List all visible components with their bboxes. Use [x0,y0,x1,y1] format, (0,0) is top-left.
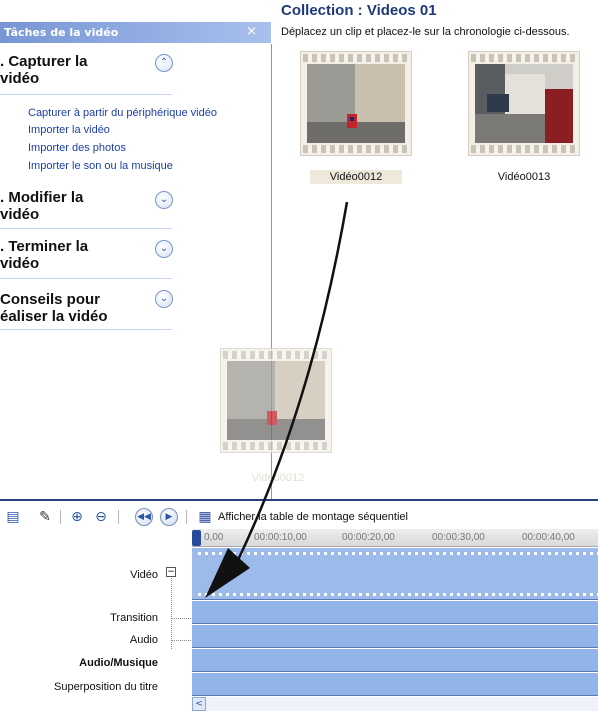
collapse-video-track-icon[interactable]: − [166,567,176,577]
link-capture-device[interactable]: Capturer à partir du périphérique vidéo [28,107,217,119]
section-capture-title[interactable]: . Capturer la vidéo [0,53,150,87]
rewind-icon[interactable]: ◀◀ [135,508,153,526]
link-import-photos[interactable]: Importer des photos [28,142,126,154]
clip-frame [227,361,325,440]
section-finish-title[interactable]: . Terminer la vidéo [0,238,150,272]
video-track[interactable] [192,548,598,600]
track-label-audio: Audio [129,634,158,646]
storyboard-icon[interactable]: ▤ [4,508,22,526]
film-perforations [223,351,329,359]
expand-tips-icon[interactable]: ⌄ [155,290,173,308]
tree-connector [171,618,191,619]
film-perforations [303,145,409,153]
clip-frame [475,64,573,143]
transition-track[interactable] [192,601,598,624]
toolbar-separator [118,510,119,524]
expand-finish-icon[interactable]: ⌄ [155,240,173,258]
close-task-pane-button[interactable]: × [246,24,257,39]
title-overlay-track[interactable] [192,673,598,696]
section-edit-title[interactable]: . Modifier la vidéo [0,189,150,223]
clip-frame [307,64,405,143]
play-icon[interactable]: ▶ [160,508,178,526]
track-label-transition: Transition [110,612,158,624]
collection-title: Collection : Videos 01 [281,2,437,19]
divider [0,228,172,229]
drag-ghost-clip [220,348,332,453]
toolbar-separator [60,510,61,524]
task-pane-header: Tâches de la vidéo × [0,22,271,43]
collapse-capture-icon[interactable]: ⌃ [155,54,173,72]
film-perforations [303,54,409,62]
video-frame-image [475,64,573,143]
film-perforations [471,54,577,62]
drag-ghost-label: Vidéo0012 [251,472,305,484]
audio-levels-icon[interactable]: ✎ [36,508,54,526]
link-import-audio[interactable]: Importer le son ou la musique [28,160,173,172]
track-label-audio-music: Audio/Musique [79,657,158,669]
horizontal-scrollbar[interactable] [206,697,598,711]
toolbar-divider [0,499,598,501]
video-frame-image [307,64,405,143]
divider [0,278,172,279]
tree-connector [171,640,191,641]
collection-instructions: Déplacez un clip et placez-le sur la chr… [281,26,570,38]
clip-thumbnail[interactable] [300,51,412,156]
clip-thumbnail[interactable] [468,51,580,156]
ruler-tick: 0,00 [204,532,224,543]
filmstrip-icon[interactable]: ▦ [196,508,214,526]
track-dots [198,552,598,555]
zoom-out-icon[interactable]: ⊖ [92,508,110,526]
toolbar-separator [186,510,187,524]
zoom-in-icon[interactable]: ⊕ [68,508,86,526]
section-tips-title[interactable]: Conseils pour éaliser la vidéo [0,291,150,325]
ruler-tick: 00:00:10,00 [254,532,307,543]
ruler-tick: 00:00:40,00 [522,532,575,543]
audio-track[interactable] [192,625,598,648]
film-perforations [223,442,329,450]
timeline-toolbar: ▤ ✎ ⊕ ⊖ ◀◀ ▶ ▦ Afficher la table de mont… [0,503,598,529]
video-frame-image [227,361,325,440]
link-import-video[interactable]: Importer la vidéo [28,124,110,136]
show-storyboard-toggle[interactable]: Afficher la table de montage séquentiel [218,511,408,523]
track-label-video: Vidéo [130,569,158,581]
playhead-handle[interactable] [192,530,201,546]
divider [0,329,172,330]
expand-edit-icon[interactable]: ⌄ [155,191,173,209]
task-pane-title: Tâches de la vidéo [4,26,119,39]
divider [0,94,172,95]
film-perforations [471,145,577,153]
tree-connector [171,578,172,649]
track-label-title-overlay: Superposition du titre [54,681,158,693]
audio-music-track[interactable] [192,649,598,672]
ruler-tick: 00:00:20,00 [342,532,395,543]
clip-label[interactable]: Vidéo0012 [310,170,402,184]
scroll-left-button[interactable]: < [192,697,206,711]
timeline-ruler[interactable]: 0,00 00:00:10,00 00:00:20,00 00:00:30,00… [192,529,598,547]
ruler-tick: 00:00:30,00 [432,532,485,543]
track-dots [198,593,598,596]
clip-label[interactable]: Vidéo0013 [478,171,570,183]
